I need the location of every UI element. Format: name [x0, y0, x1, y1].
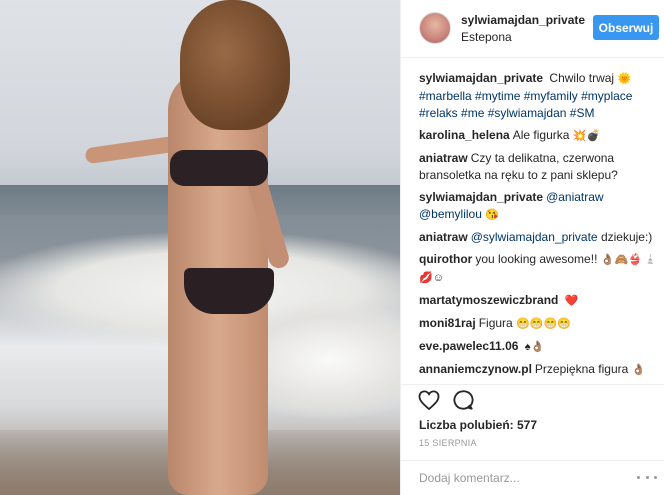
- hashtag-link[interactable]: #mytime: [475, 89, 520, 103]
- comment-input[interactable]: [419, 467, 619, 489]
- hashtag-link[interactable]: #marbella: [419, 89, 472, 103]
- post-username[interactable]: sylwiamajdan_private: [461, 13, 585, 27]
- comment-text: Figura: [478, 316, 513, 330]
- comment-username[interactable]: sylwiamajdan_private: [419, 190, 543, 204]
- photo-hair: [180, 0, 290, 130]
- post-photo[interactable]: [0, 0, 400, 495]
- more-dots-icon[interactable]: [637, 470, 657, 484]
- follow-button[interactable]: Obserwuj: [593, 15, 659, 40]
- photo-bikini-top: [170, 150, 268, 186]
- comment-username[interactable]: moni81raj: [419, 316, 476, 330]
- comment-text: Przepiękna figura: [534, 362, 629, 376]
- post-date[interactable]: 15 SIERPNIA: [419, 438, 477, 448]
- hashtag-link[interactable]: #myfamily: [524, 89, 578, 103]
- comment-bubble-icon[interactable]: [451, 388, 475, 412]
- comment-item: aniatraw Czy ta delikatna, czerwona brans…: [419, 150, 661, 184]
- hashtag-link[interactable]: #SM: [570, 106, 595, 120]
- comment-emoji: ♠👌🏽: [524, 341, 545, 353]
- photo-bikini-bottom: [184, 268, 274, 314]
- comment-username[interactable]: aniatraw: [419, 230, 468, 244]
- comment-emoji: 👌🏽: [631, 364, 646, 376]
- comment-username[interactable]: quirothor: [419, 252, 472, 266]
- comment-item: aniatraw @sylwiamajdan_private dziekuje:): [419, 229, 661, 246]
- post-header: sylwiamajdan_private Estepona Obserwuj: [401, 0, 664, 58]
- hashtag-link[interactable]: #myplace: [581, 89, 632, 103]
- comment-emoji: 😘: [485, 209, 499, 221]
- caption-username[interactable]: sylwiamajdan_private: [419, 71, 543, 85]
- post-sidebar: sylwiamajdan_private Estepona Obserwuj s…: [400, 0, 664, 495]
- hashtag-link[interactable]: #relaks: [419, 106, 458, 120]
- comment-emoji: 💥💣: [572, 130, 601, 142]
- comment-text: Ale figurka: [512, 128, 570, 142]
- comment-username[interactable]: karolina_helena: [419, 128, 510, 142]
- comment-username[interactable]: aniatraw: [419, 151, 468, 165]
- comment-item: martatymoszewiczbrand ❤️: [419, 292, 661, 310]
- comment-text: dziekuje:): [600, 230, 653, 244]
- heart-icon[interactable]: [417, 388, 441, 412]
- comment-mention[interactable]: @sylwiamajdan_private: [471, 230, 598, 244]
- comment-emoji: ❤️: [564, 295, 579, 307]
- comment-item: sylwiamajdan_private @aniatraw @bemylilou…: [419, 189, 661, 224]
- post-location[interactable]: Estepona: [461, 30, 512, 44]
- comment-username[interactable]: annaniemczynow.pl: [419, 362, 532, 376]
- comment-item: quirothor you looking awesome!! 👌🏽🙈👙 🛓💋☺: [419, 251, 661, 287]
- avatar[interactable]: [419, 12, 451, 44]
- add-comment-bar: [401, 460, 664, 495]
- caption-hashtags: #marbella #mytime #myfamily #myplace #re…: [419, 89, 632, 120]
- comment-item: annaniemczynow.pl Przepiękna figura 👌🏽: [419, 361, 661, 379]
- hashtag-link[interactable]: #me: [461, 106, 484, 120]
- comment-emoji: 😁😁😁😁: [516, 318, 571, 330]
- comment-item: eve.pawelec11.06 ♠👌🏽: [419, 338, 661, 356]
- comment-item: karolina_helena Ale figurka 💥💣: [419, 127, 661, 145]
- likes-count[interactable]: Liczba polubień: 577: [419, 418, 537, 432]
- comments-list: sylwiamajdan_private Chwilo trwaj 🌞 #mar…: [419, 70, 661, 380]
- comment-text: you looking awesome!!: [475, 252, 598, 266]
- caption: sylwiamajdan_private Chwilo trwaj 🌞 #mar…: [419, 70, 661, 122]
- comment-item: moni81raj Figura 😁😁😁😁: [419, 315, 661, 333]
- caption-text: Chwilo trwaj: [549, 71, 615, 85]
- comment-username[interactable]: martatymoszewiczbrand: [419, 293, 558, 307]
- caption-emoji: 🌞: [617, 73, 632, 85]
- hashtag-link[interactable]: #sylwiamajdan: [488, 106, 567, 120]
- comment-username[interactable]: eve.pawelec11.06: [419, 339, 518, 353]
